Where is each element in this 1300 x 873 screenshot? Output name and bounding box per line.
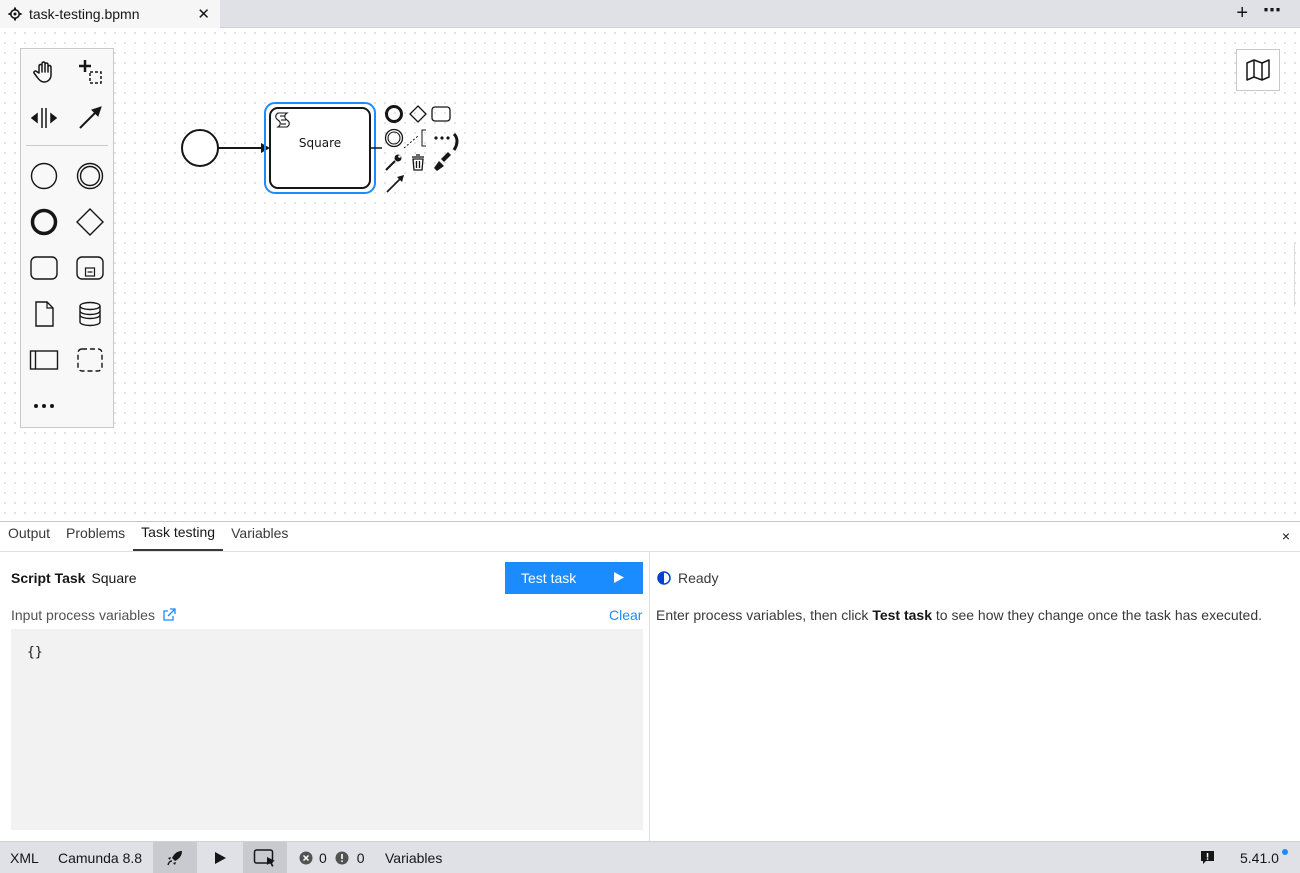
- ready-status-icon: [657, 571, 671, 585]
- data-store-icon[interactable]: [72, 296, 108, 332]
- task-testing-output-pane: Ready Enter process variables, then clic…: [650, 552, 1300, 842]
- task-testing-icon: [253, 848, 275, 867]
- warnings-count: 0: [356, 849, 365, 866]
- error-icon: [299, 851, 313, 864]
- tab-title: task-testing.bpmn: [29, 6, 140, 22]
- tab-problems[interactable]: Problems: [58, 521, 133, 551]
- file-tab[interactable]: task-testing.bpmn ✕: [0, 0, 220, 28]
- clear-link[interactable]: Clear: [609, 607, 642, 623]
- input-variables-text: Input process variables: [11, 607, 155, 623]
- append-intermediate-event-icon[interactable]: [384, 128, 404, 148]
- rocket-icon: [167, 850, 182, 865]
- status-indicator: Ready: [657, 570, 718, 586]
- close-icon[interactable]: ✕: [197, 5, 210, 23]
- minimap-toggle-button[interactable]: [1236, 49, 1280, 91]
- pool-icon[interactable]: [26, 342, 62, 378]
- context-pad: [384, 105, 459, 193]
- task-icon[interactable]: [26, 250, 62, 286]
- bpmn-diagram: [181, 102, 459, 194]
- task-label: Square: [298, 136, 342, 150]
- input-variables-editor[interactable]: {}: [11, 629, 643, 830]
- play-icon: [214, 851, 226, 864]
- tab-variables[interactable]: Variables: [223, 521, 296, 551]
- data-object-icon[interactable]: [26, 296, 62, 332]
- feedback-icon[interactable]: [1199, 842, 1215, 873]
- task-title: Script Task Square: [11, 570, 137, 586]
- play-icon: [614, 572, 624, 583]
- task-name: Square: [91, 570, 137, 586]
- test-task-label: Test task: [521, 570, 577, 586]
- engine-version-button[interactable]: Camunda 8.8: [58, 842, 142, 873]
- status-label: Ready: [678, 570, 719, 586]
- problems-counter[interactable]: 0 0: [299, 842, 365, 873]
- close-panel-icon[interactable]: ×: [1282, 528, 1290, 544]
- subprocess-icon[interactable]: [72, 250, 108, 286]
- start-event[interactable]: [181, 129, 219, 167]
- connect-icon[interactable]: [386, 175, 404, 193]
- append-gateway-icon[interactable]: [409, 105, 427, 123]
- test-task-button[interactable]: Test task: [505, 562, 643, 594]
- more-options-icon[interactable]: [434, 136, 450, 140]
- update-indicator: [1282, 849, 1288, 855]
- tab-bar: task-testing.bpmn ✕ + ⋯: [0, 0, 1300, 28]
- errors-count: 0: [319, 849, 327, 866]
- append-task-icon[interactable]: [431, 106, 451, 122]
- text-annotation-icon[interactable]: [403, 129, 426, 149]
- task-testing-toggle[interactable]: [243, 842, 287, 873]
- warning-icon: [335, 851, 349, 864]
- variables-button[interactable]: Variables: [385, 842, 442, 873]
- tab-task-testing[interactable]: Task testing: [133, 521, 224, 551]
- help-text: Enter process variables, then click Test…: [656, 607, 1262, 623]
- gear-icon: [8, 7, 22, 21]
- app-version[interactable]: 5.41.0: [1240, 842, 1279, 873]
- color-brush-icon[interactable]: [434, 152, 451, 171]
- bottom-panel: Output Problems Task testing Variables ×…: [0, 521, 1300, 842]
- status-bar: XML Camunda 8.8 0 0 Variables 5.41.0: [0, 841, 1300, 873]
- run-button[interactable]: [210, 842, 230, 873]
- map-icon: [1246, 59, 1270, 81]
- task-type: Script Task: [11, 570, 86, 586]
- tab-output[interactable]: Output: [0, 521, 58, 551]
- more-icon[interactable]: ⋯: [1263, 0, 1282, 21]
- panel-tabs: Output Problems Task testing Variables ×: [0, 522, 1300, 552]
- more-tools-icon[interactable]: [26, 388, 62, 424]
- partial-bracket: [452, 132, 459, 151]
- input-variables-label: Input process variables: [11, 607, 176, 623]
- trash-icon[interactable]: [412, 154, 424, 171]
- external-link-icon[interactable]: [162, 608, 176, 622]
- plus-icon[interactable]: +: [1236, 2, 1248, 25]
- properties-panel-handle[interactable]: [1294, 242, 1300, 306]
- xml-button[interactable]: XML: [10, 842, 39, 873]
- group-icon[interactable]: [72, 342, 108, 378]
- deploy-button[interactable]: [153, 842, 197, 873]
- bpmn-canvas[interactable]: Square: [0, 28, 1300, 521]
- task-testing-input-pane: Script Task Square Test task Input proces…: [0, 552, 650, 842]
- wrench-icon[interactable]: [385, 154, 402, 171]
- append-end-event-icon[interactable]: [385, 105, 403, 123]
